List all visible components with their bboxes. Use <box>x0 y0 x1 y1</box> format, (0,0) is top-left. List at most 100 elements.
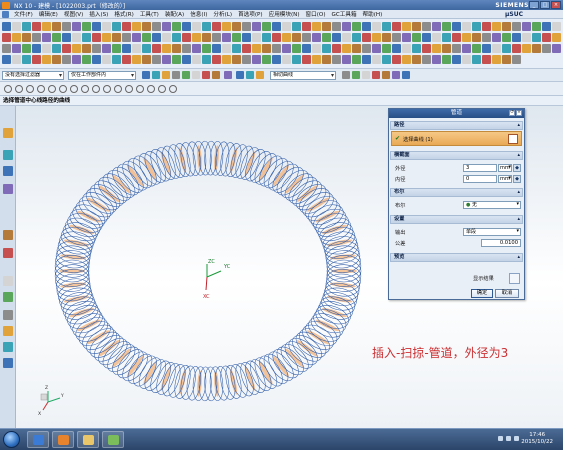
system-clock[interactable]: 17:46 2015/10/22 <box>521 432 553 446</box>
toolbar-tool-icon[interactable] <box>142 44 151 53</box>
snap-point-icon[interactable] <box>81 85 89 93</box>
toolbar-tool-icon[interactable] <box>322 22 331 31</box>
toolbar-tool-icon[interactable] <box>92 33 101 42</box>
toolbar-tool-icon[interactable] <box>282 44 291 53</box>
toolbar-tool-icon[interactable] <box>22 44 31 53</box>
toolbar-tool-icon[interactable] <box>52 44 61 53</box>
toolbar-tool-icon[interactable] <box>242 44 251 53</box>
type-filter-dropdown[interactable]: 没有选择过滤器 <box>2 71 64 80</box>
taskbar-app-nx[interactable] <box>52 431 74 448</box>
selection-tool-icon[interactable] <box>352 71 360 79</box>
toolbar-tool-icon[interactable] <box>2 33 11 42</box>
toolbar-tool-icon[interactable] <box>92 44 101 53</box>
toolbar-tool-icon[interactable] <box>62 33 71 42</box>
toolbar-tool-icon[interactable] <box>62 55 71 64</box>
close-button[interactable]: × <box>551 1 561 9</box>
toolbar-tool-icon[interactable] <box>432 55 441 64</box>
toolbar-tool-icon[interactable] <box>32 33 41 42</box>
toolbar-tool-icon[interactable] <box>142 55 151 64</box>
menu-item[interactable]: 分析(L) <box>210 10 235 18</box>
toolbar-tool-icon[interactable] <box>452 22 461 31</box>
menu-item[interactable]: 信息(I) <box>187 10 210 18</box>
toolbar-tool-icon[interactable] <box>492 44 501 53</box>
group-path[interactable]: 路径 ▴ <box>390 121 523 130</box>
toolbar-tool-icon[interactable] <box>482 55 491 64</box>
toolbar-tool-icon[interactable] <box>62 22 71 31</box>
toolbar-tool-icon[interactable] <box>332 44 341 53</box>
toolbar-tool-icon[interactable] <box>322 44 331 53</box>
toolbar-tool-icon[interactable] <box>2 44 11 53</box>
toolbar-tool-icon[interactable] <box>362 33 371 42</box>
toolbar-tool-icon[interactable] <box>452 55 461 64</box>
toolbar-tool-icon[interactable] <box>482 44 491 53</box>
selection-tool-icon[interactable] <box>182 71 190 79</box>
selection-tool-icon[interactable] <box>202 71 210 79</box>
toolbar-tool-icon[interactable] <box>552 44 561 53</box>
toolbar-tool-icon[interactable] <box>162 44 171 53</box>
outer-diameter-stepper[interactable]: ◆ <box>513 164 521 172</box>
toolbar-tool-icon[interactable] <box>442 44 451 53</box>
toolbar-tool-icon[interactable] <box>522 44 531 53</box>
toolbar-tool-icon[interactable] <box>532 22 541 31</box>
toolbar-tool-icon[interactable] <box>462 55 471 64</box>
toolbar-tool-icon[interactable] <box>482 22 491 31</box>
toolbar-tool-icon[interactable] <box>42 33 51 42</box>
toolbar-tool-icon[interactable] <box>332 22 341 31</box>
toolbar-tool-icon[interactable] <box>432 22 441 31</box>
minimize-button[interactable]: _ <box>529 1 539 9</box>
toolbar-tool-icon[interactable] <box>512 55 521 64</box>
toolbar-tool-icon[interactable] <box>312 33 321 42</box>
toolbar-tool-icon[interactable] <box>102 44 111 53</box>
snap-point-icon[interactable] <box>125 85 133 93</box>
toolbar-tool-icon[interactable] <box>192 44 201 53</box>
toolbar-tool-icon[interactable] <box>412 55 421 64</box>
toolbar-tool-icon[interactable] <box>552 22 561 31</box>
toolbar-tool-icon[interactable] <box>242 33 251 42</box>
toolbar-tool-icon[interactable] <box>272 44 281 53</box>
toolbar-tool-icon[interactable] <box>522 33 531 42</box>
toolbar-tool-icon[interactable] <box>22 55 31 64</box>
toolbar-tool-icon[interactable] <box>192 33 201 42</box>
toolbar-tool-icon[interactable] <box>362 44 371 53</box>
toolbar-tool-icon[interactable] <box>202 44 211 53</box>
selection-tool-icon[interactable] <box>382 71 390 79</box>
menu-item[interactable]: 编辑(E) <box>36 10 61 18</box>
toolbar-tool-icon[interactable] <box>2 22 11 31</box>
toolbar-tool-icon[interactable] <box>62 44 71 53</box>
toolbar-tool-icon[interactable] <box>362 22 371 31</box>
toolbar-tool-icon[interactable] <box>272 55 281 64</box>
toolbar-tool-icon[interactable] <box>492 55 501 64</box>
start-button[interactable] <box>3 431 20 448</box>
toolbar-tool-icon[interactable] <box>372 33 381 42</box>
toolbar-tool-icon[interactable] <box>222 44 231 53</box>
toolbar-tool-icon[interactable] <box>262 33 271 42</box>
toolbar-tool-icon[interactable] <box>372 55 381 64</box>
toolbar-tool-icon[interactable] <box>202 22 211 31</box>
toolbar-tool-icon[interactable] <box>172 44 181 53</box>
toolbar-tool-icon[interactable] <box>92 22 101 31</box>
toolbar-tool-icon[interactable] <box>372 22 381 31</box>
toolbar-tool-icon[interactable] <box>32 55 41 64</box>
toolbar-tool-icon[interactable] <box>552 33 561 42</box>
toolbar-tool-icon[interactable] <box>232 55 241 64</box>
toolbar-tool-icon[interactable] <box>462 33 471 42</box>
toolbar-tool-icon[interactable] <box>432 33 441 42</box>
toolbar-tool-icon[interactable] <box>282 22 291 31</box>
toolbar-tool-icon[interactable] <box>72 44 81 53</box>
toolbar-tool-icon[interactable] <box>352 44 361 53</box>
tray-flag-icon[interactable] <box>514 436 519 441</box>
toolbar-tool-icon[interactable] <box>202 55 211 64</box>
snap-point-icon[interactable] <box>4 85 12 93</box>
selection-tool-icon[interactable] <box>162 71 170 79</box>
toolbar-tool-icon[interactable] <box>22 22 31 31</box>
toolbar-tool-icon[interactable] <box>352 55 361 64</box>
menu-item[interactable]: 插入(S) <box>86 10 111 18</box>
toolbar-tool-icon[interactable] <box>2 55 11 64</box>
toolbar-tool-icon[interactable] <box>112 44 121 53</box>
group-settings[interactable]: 设置 ▴ <box>390 215 523 224</box>
toolbar-tool-icon[interactable] <box>182 22 191 31</box>
toolbar-tool-icon[interactable] <box>502 22 511 31</box>
toolbar-tool-icon[interactable] <box>362 55 371 64</box>
snap-point-icon[interactable] <box>70 85 78 93</box>
toolbar-tool-icon[interactable] <box>102 33 111 42</box>
